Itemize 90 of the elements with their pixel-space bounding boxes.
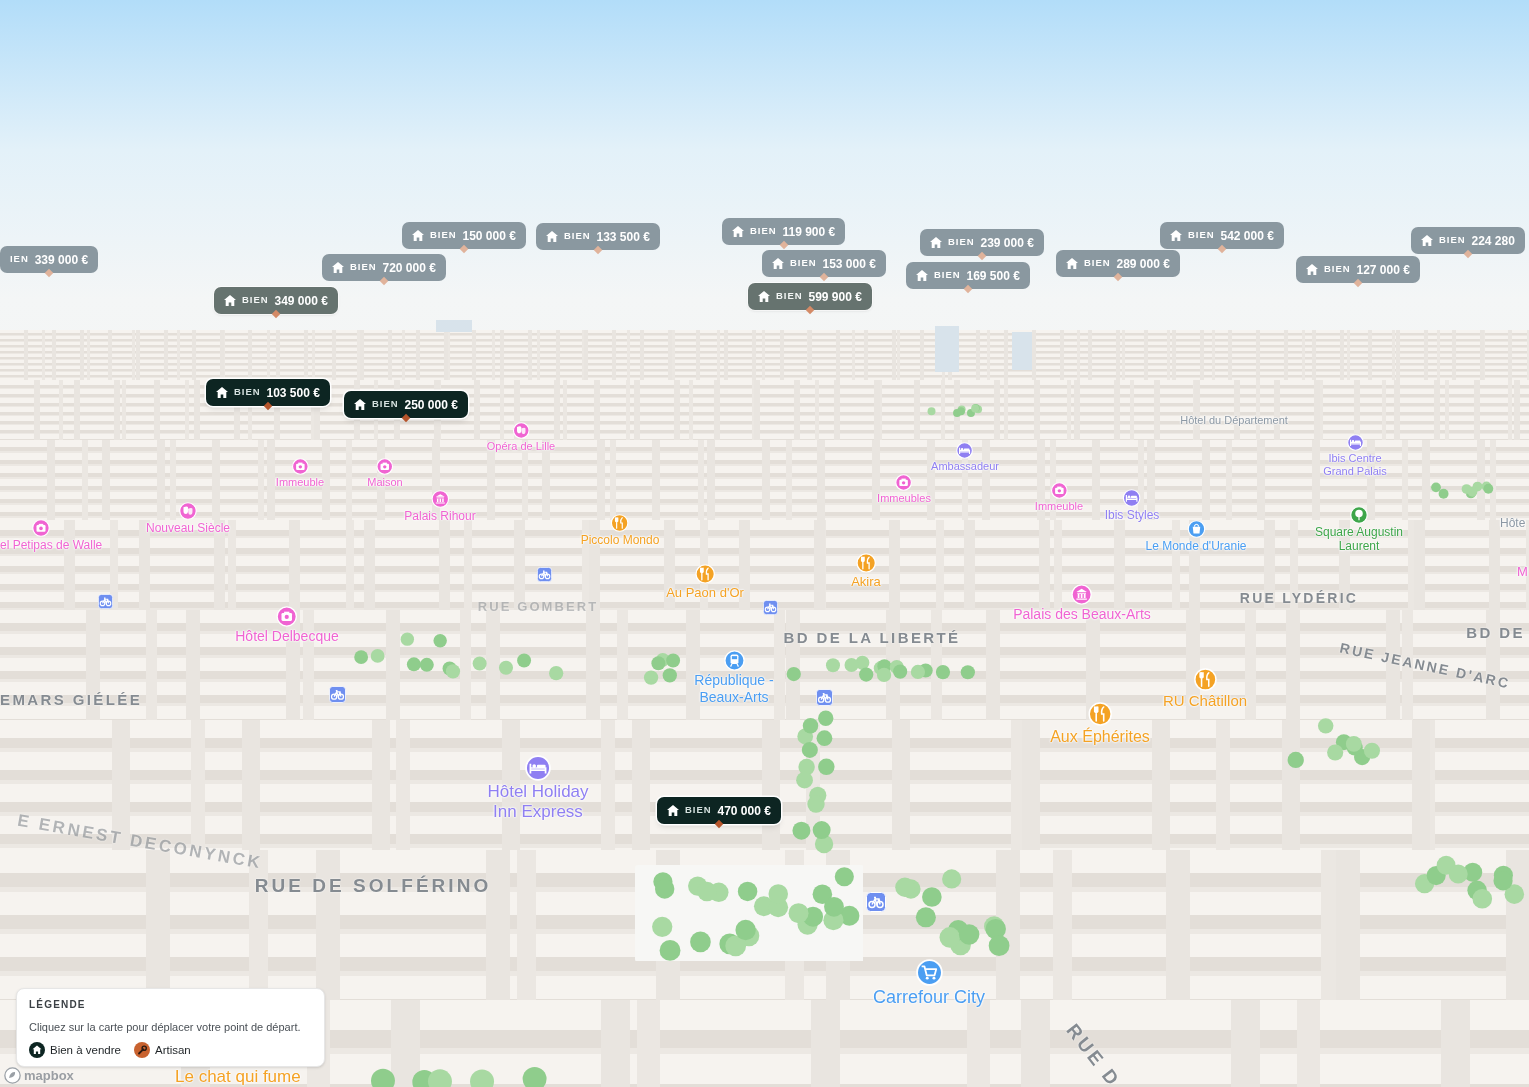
house-icon <box>546 231 558 242</box>
tower-building <box>436 320 472 332</box>
price-marker[interactable]: BIEN 239 000 € <box>920 229 1044 256</box>
house-icon <box>758 291 770 302</box>
place-label: M <box>1517 564 1528 580</box>
fork-knife-icon <box>1088 702 1112 726</box>
legend-label: Artisan <box>154 1043 191 1057</box>
place-label: Au Paon d'Or <box>666 585 744 601</box>
legend-hint: Cliquez sur la carte pour déplacer votre point de départ. <box>29 1020 302 1034</box>
train-icon <box>723 650 745 671</box>
place-label: Opéra de Lille <box>486 440 556 454</box>
place-label: el Petipas de Walle <box>0 538 103 553</box>
house-icon <box>1170 230 1182 241</box>
bike-icon <box>866 892 886 912</box>
place-label: Le Monde d'Uranie <box>1145 539 1247 554</box>
street-label: BD DE LA LIBERTÉ <box>783 627 961 648</box>
price-marker[interactable]: BIEN 542 000 € <box>1160 222 1284 249</box>
price-marker[interactable]: BIEN 720 000 € <box>322 254 446 281</box>
price-marker[interactable]: BIEN 103 500 € <box>206 379 330 406</box>
price-marker[interactable]: BIEN 224 280 <box>1411 227 1525 254</box>
legend-label: Bien à vendre <box>50 1043 121 1057</box>
price-marker[interactable]: IEN 339 000 € <box>0 246 99 273</box>
building-icon <box>1071 584 1093 605</box>
place-label: Le chat qui fume <box>175 1067 301 1087</box>
place-label: Hôtel du Département <box>1180 414 1288 428</box>
street-label: RUE DE SOLFÉRINO <box>254 873 492 898</box>
price-marker[interactable]: BIEN 150 000 € <box>402 222 526 249</box>
house-icon <box>732 226 744 237</box>
house-icon <box>1421 235 1433 246</box>
street-label: RUE LYDÉRIC <box>1239 588 1359 608</box>
house-icon <box>772 258 784 269</box>
building-icon <box>431 490 449 508</box>
place-label: Hôtel Delbecque <box>235 628 339 645</box>
mapbox-wordmark: mapbox <box>24 1067 74 1084</box>
house-icon <box>412 230 424 241</box>
street-label: RUE GOMBERT <box>477 598 599 617</box>
place-label: Ibis Styles <box>1104 508 1160 523</box>
place-label: République - Beaux-Arts <box>693 672 775 706</box>
place-label: RU Châtillon <box>1162 692 1248 710</box>
place-label: Palais Rihour <box>404 509 476 524</box>
tower-building <box>1012 332 1032 370</box>
house-icon <box>332 262 344 273</box>
place-label: Piccolo Mondo <box>580 533 660 548</box>
shopping-bag-icon <box>1187 520 1205 538</box>
price-marker[interactable]: BIEN 289 000 € <box>1056 250 1180 277</box>
price-marker[interactable]: BIEN 169 500 € <box>906 262 1030 289</box>
price-marker[interactable]: BIEN 133 500 € <box>536 223 660 250</box>
price-marker[interactable]: BIEN 119 900 € <box>722 218 846 245</box>
fork-knife-icon <box>856 553 876 573</box>
place-label: Immeubles <box>877 492 931 506</box>
theater-masks-icon <box>179 502 197 520</box>
camera-icon <box>32 519 50 537</box>
camera-icon <box>276 606 298 627</box>
place-label: Ambassadeur <box>931 460 999 474</box>
house-icon <box>1066 258 1078 269</box>
place-label: Immeuble <box>275 476 325 490</box>
grove-drawing <box>925 403 985 419</box>
street-label: EMARS GIÉLÉE <box>0 689 143 710</box>
place-label: Aux Éphérites <box>1050 727 1150 747</box>
tree-icon <box>1350 506 1368 524</box>
house-icon <box>354 399 366 410</box>
place-label: Carrefour City <box>873 987 985 1009</box>
bed-icon <box>1123 489 1141 507</box>
house-icon <box>1306 264 1318 275</box>
place-label: Ibis Centre Grand Palais <box>1322 452 1388 479</box>
price-marker[interactable]: BIEN 349 000 € <box>214 287 338 314</box>
house-icon <box>916 270 928 281</box>
place-label: Square Augustin Laurent <box>1313 525 1405 554</box>
place-label: Nouveau Siècle <box>145 521 231 536</box>
house-icon <box>224 295 236 306</box>
price-marker[interactable]: BIEN 153 000 € <box>762 250 886 277</box>
place-label: Akira <box>851 574 881 590</box>
fork-knife-icon <box>695 564 715 584</box>
mapbox-logo-icon <box>4 1067 21 1084</box>
price-marker[interactable]: BIEN 127 000 € <box>1296 256 1420 283</box>
house-icon <box>667 805 679 816</box>
legend-title: LÉGENDE <box>29 999 87 1011</box>
place-label: Immeuble <box>1034 500 1084 514</box>
place-label: Hôtel Holiday Inn Express <box>486 782 590 823</box>
place-label: Palais des Beaux-Arts <box>1013 606 1151 623</box>
place-label: Maison <box>367 476 403 490</box>
price-marker[interactable]: BIEN 599 900 € <box>748 283 872 310</box>
house-icon <box>216 387 228 398</box>
place-label: Hôte <box>1500 516 1526 531</box>
tower-building <box>935 326 959 372</box>
price-marker[interactable]: BIEN 470 000 € <box>657 797 781 824</box>
fork-knife-icon <box>611 514 629 532</box>
price-marker[interactable]: BIEN 250 000 € <box>344 391 468 418</box>
fork-knife-icon <box>1193 668 1217 691</box>
house-icon <box>930 237 942 248</box>
